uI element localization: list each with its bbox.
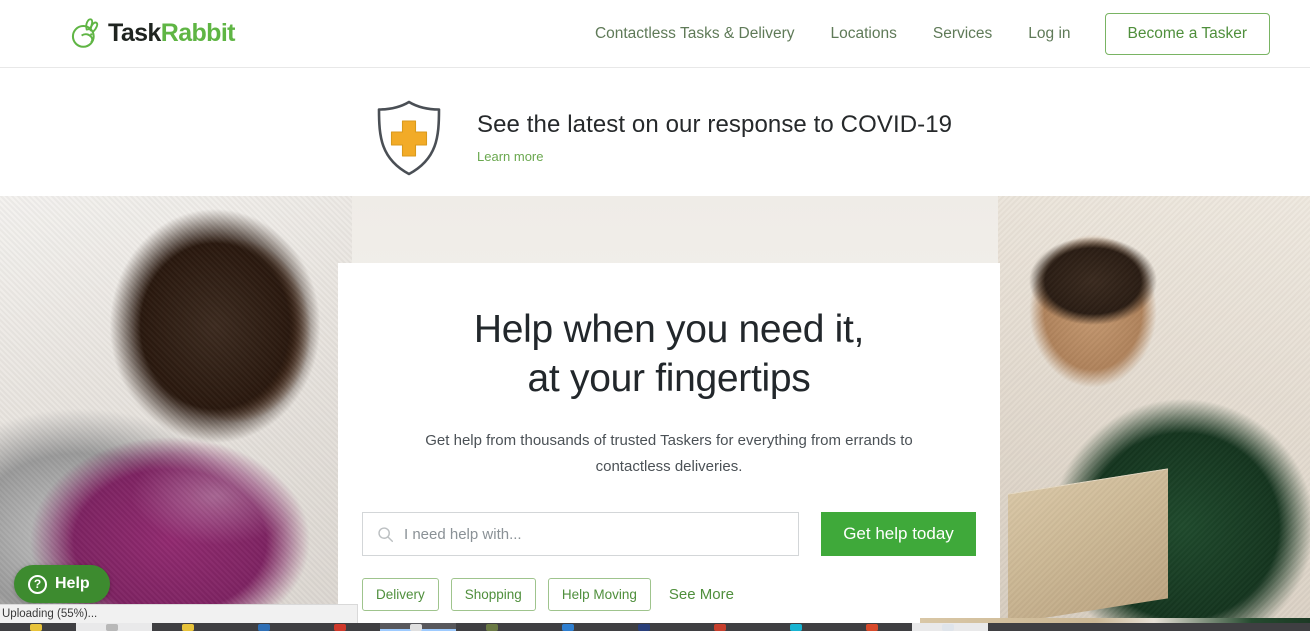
taskbar-item-3[interactable] [152,623,228,631]
question-mark-circle-icon: ? [28,574,47,594]
cardboard-box-shape [1008,468,1168,621]
taskbar-item-10-icon [714,624,726,631]
chip-help-moving[interactable]: Help Moving [547,578,651,611]
nav-contactless-tasks-delivery[interactable]: Contactless Tasks & Delivery [577,0,813,68]
chip-delivery[interactable]: Delivery [362,578,439,611]
hero-search-row: Get help today [362,512,976,556]
taskbar-item-13[interactable] [912,623,988,631]
page-title: Help when you need it, at your fingertip… [338,305,1000,403]
taskbar-item-1-icon [30,624,42,631]
covid-banner-text: See the latest on our response to COVID-… [477,89,952,166]
search-icon [377,526,394,543]
hero-subtext: Get help from thousands of trusted Taske… [425,432,913,475]
search-field-wrapper[interactable] [362,512,799,556]
see-more-link[interactable]: See More [669,586,734,603]
hero-section: Help when you need it, at your fingertip… [0,196,1310,621]
brand-logo-link[interactable]: TaskRabbit [68,16,236,50]
taskbar-item-4-icon [258,624,270,631]
hero-headline-line2: at your fingertips [527,357,811,400]
taskbar-item-13-icon [942,624,954,631]
browser-page: TaskRabbit Contactless Tasks & Delivery … [0,0,1310,631]
help-widget-button[interactable]: ? Help [14,565,110,603]
taskbar-item-11-icon [790,624,802,631]
taskbar-item-10[interactable] [684,623,760,631]
taskbar-item-9[interactable] [608,623,684,631]
shield-plus-icon [373,99,445,177]
become-a-tasker-button[interactable]: Become a Tasker [1104,13,1270,55]
browser-status-text: Uploading (55%)... [2,608,98,620]
brand-wordmark-rabbit: Rabbit [160,19,236,47]
taskbar-item-8[interactable] [532,623,608,631]
hero-photo-right [998,196,1310,621]
hero-card: Help when you need it, at your fingertip… [338,263,1000,621]
browser-status-bar: Uploading (55%)... [0,604,358,623]
taskbar-item-5-icon [334,624,346,631]
hero-photo-left [0,196,352,621]
taskbar-item-7[interactable] [456,623,532,631]
nav-services[interactable]: Services [915,0,1010,68]
taskbar-item-12[interactable] [836,623,912,631]
covid-banner-title: See the latest on our response to COVID-… [477,111,953,138]
nav-locations[interactable]: Locations [813,0,915,68]
covid-learn-more-link[interactable]: Learn more [477,149,543,164]
taskbar-item-4[interactable] [228,623,304,631]
chip-shopping[interactable]: Shopping [450,578,536,611]
primary-navigation: Contactless Tasks & Delivery Locations S… [577,0,1270,68]
taskbar-item-6[interactable] [380,623,456,631]
windows-taskbar [0,623,1310,631]
search-input[interactable] [404,525,784,543]
taskbar-item-6-icon [410,624,422,631]
taskbar-item-2-icon [106,624,118,631]
taskbar-item-3-icon [182,624,194,631]
rabbit-logo-icon [68,16,102,50]
hero-category-chips: Delivery Shopping Help Moving See More [362,578,976,611]
taskbar-item-7-icon [486,624,498,631]
taskbar-item-1[interactable] [0,623,76,631]
taskbar-item-5[interactable] [304,623,380,631]
get-help-today-button[interactable]: Get help today [821,512,976,556]
help-widget-label: Help [55,575,90,592]
taskbar-item-11[interactable] [760,623,836,631]
brand-wordmark-task: Task [108,19,161,47]
taskbar-item-12-icon [866,624,878,631]
nav-log-in[interactable]: Log in [1010,0,1088,68]
hero-headline-line1: Help when you need it, [473,308,865,351]
brand-wordmark: TaskRabbit [108,16,236,50]
site-header: TaskRabbit Contactless Tasks & Delivery … [0,0,1310,68]
taskbar-item-8-icon [562,624,574,631]
taskbar-item-2[interactable] [76,623,152,631]
taskbar-item-9-icon [638,624,650,631]
covid-banner: See the latest on our response to COVID-… [0,69,1310,196]
covid-banner-inner: See the latest on our response to COVID-… [373,89,952,177]
